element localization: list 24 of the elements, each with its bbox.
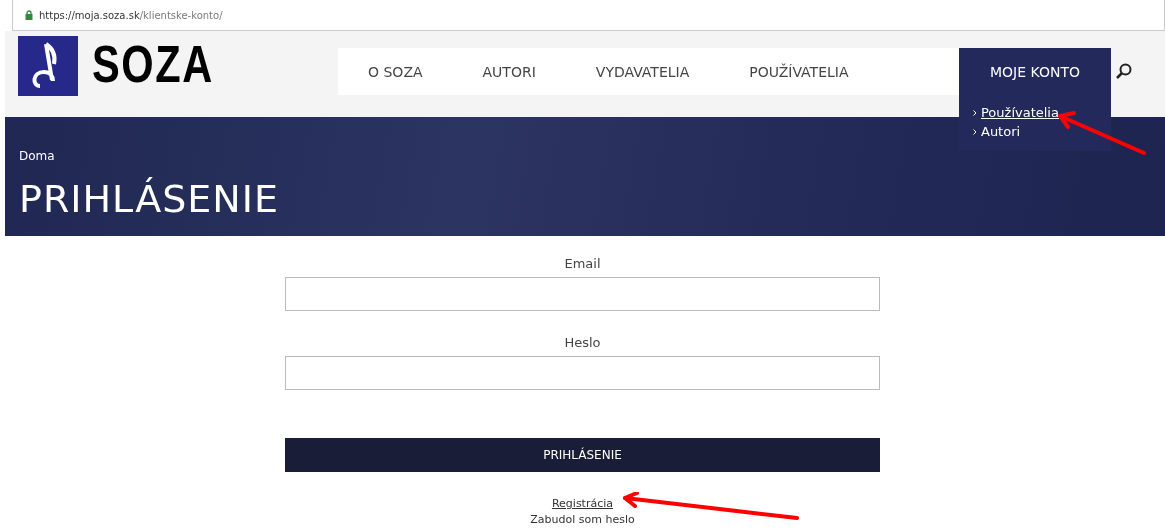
logo-icon[interactable] xyxy=(18,36,78,96)
lock-icon xyxy=(25,10,33,20)
logo-text[interactable]: SOZA xyxy=(92,34,214,94)
nav-item[interactable]: POUŽÍVATELIA xyxy=(719,48,879,95)
nav-item[interactable]: AUTORI xyxy=(452,48,566,95)
dropdown-item[interactable]: Používatelia xyxy=(973,105,1111,120)
breadcrumb-link[interactable]: Doma xyxy=(19,149,1165,163)
nav-item[interactable]: VYDAVATELIA xyxy=(565,48,720,95)
text-link[interactable]: Registrácia xyxy=(551,497,614,510)
nav-item[interactable]: O SOZA xyxy=(338,48,453,95)
url-text: https://moja.soza.sk/klientske-konto/ xyxy=(39,9,223,21)
login-button[interactable]: PRIHLÁSENIE xyxy=(285,438,880,472)
field-label: Heslo xyxy=(564,335,601,350)
chevron-icon xyxy=(973,128,977,135)
chevron-icon xyxy=(973,109,977,116)
field-label: Email xyxy=(564,256,601,271)
input-field[interactable] xyxy=(285,277,880,311)
nav-item[interactable]: MOJE KONTO xyxy=(959,48,1111,95)
search-icon[interactable] xyxy=(1115,62,1133,80)
address-bar[interactable]: https://moja.soza.sk/klientske-konto/ xyxy=(12,0,1165,31)
page-title: PRIHLÁSENIE xyxy=(19,177,280,221)
input-field[interactable] xyxy=(285,356,880,390)
text-link[interactable]: Zabudol som heslo xyxy=(530,513,635,526)
dropdown-item[interactable]: Autori xyxy=(973,124,1111,139)
